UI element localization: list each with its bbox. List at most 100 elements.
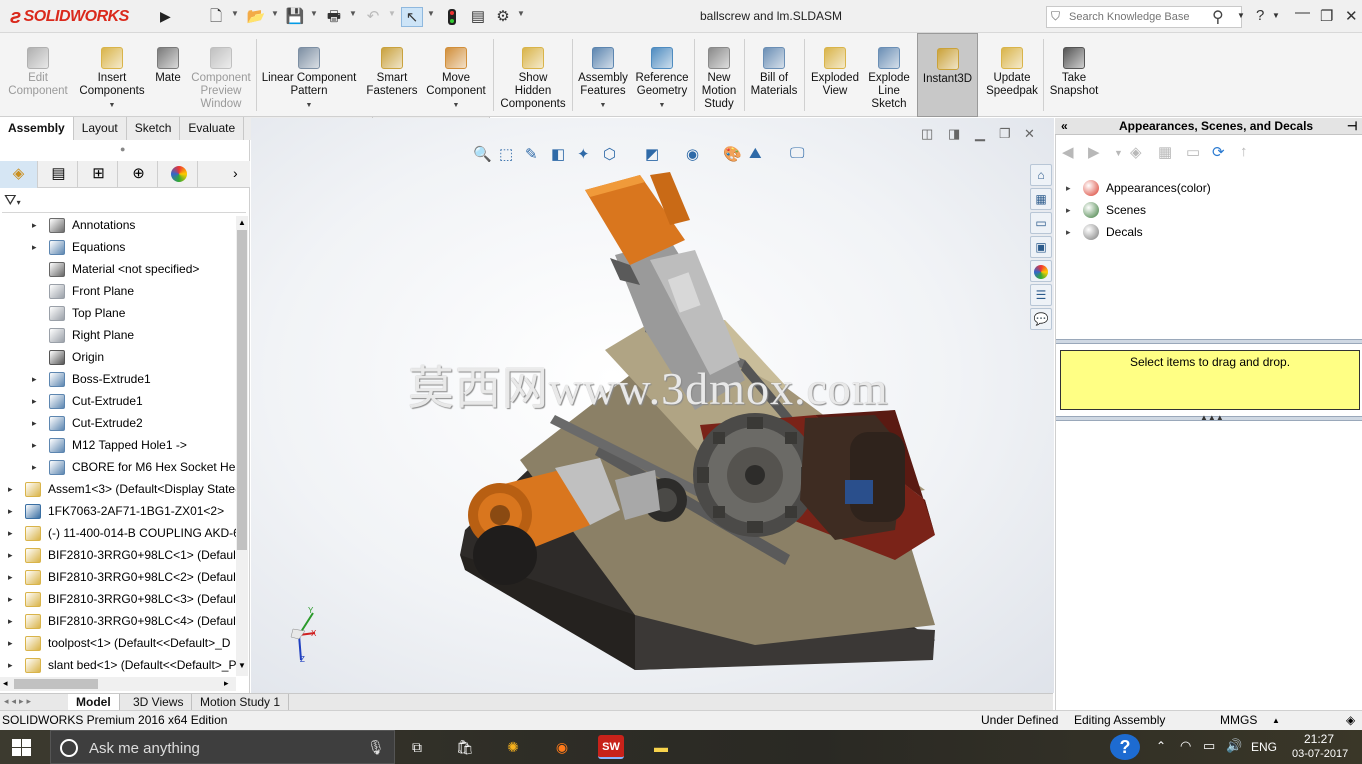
tree-item[interactable]: ▸ 1FK7063-2AF71-1BG1-ZX01<2> — [0, 500, 236, 522]
property-manager-tab[interactable]: ▤ — [40, 161, 78, 188]
show-hidden-icons-icon[interactable]: ⌃ — [1156, 739, 1166, 753]
expand-arrow-icon[interactable]: ▸ — [32, 368, 37, 390]
close-icon[interactable]: ✕ — [1345, 7, 1358, 25]
collapse-pane-icon[interactable]: « — [1061, 118, 1068, 134]
up-icon[interactable]: ↑ — [1240, 143, 1248, 160]
task-view-icon[interactable]: ⧉ — [404, 735, 430, 759]
scroll-right-icon[interactable]: ▸ — [224, 678, 229, 689]
instant3d-button[interactable]: Instant3D — [917, 33, 978, 117]
solidworks-resources-icon[interactable]: ⌂ — [1030, 164, 1052, 186]
panel-resize-handle[interactable]: ● — [120, 144, 125, 154]
reference-geometry-button[interactable]: Reference Geometry ▼ — [632, 33, 692, 117]
undo-dropdown-icon[interactable]: ▼ — [388, 9, 396, 18]
expand-arrow-icon[interactable]: ▸ — [32, 390, 37, 412]
open-dropdown-icon[interactable]: ▼ — [271, 9, 279, 18]
custom-properties-icon[interactable]: ☰ — [1030, 284, 1052, 306]
search-icon[interactable]: ⚲ — [1212, 7, 1224, 27]
search-input[interactable] — [1069, 9, 1209, 25]
help-dropdown-icon[interactable]: ▼ — [1272, 11, 1280, 20]
clock-date[interactable]: 03-07-2017 — [1292, 748, 1348, 760]
tree-item[interactable]: ▸ Cut-Extrude1 — [0, 390, 236, 412]
expand-arrow-icon[interactable]: ▸ — [32, 456, 37, 478]
zoom-to-fit-icon[interactable]: 🔍 — [473, 145, 492, 163]
tree-item[interactable]: Material <not specified> — [0, 258, 236, 280]
dynamic-annotation-icon[interactable]: ✦ — [577, 145, 590, 163]
file-explorer-icon[interactable]: ▭ — [1030, 212, 1052, 234]
expand-arrow-icon[interactable]: ▸ — [8, 588, 13, 610]
apply-scene-icon[interactable]: ⛰ — [749, 145, 762, 162]
view-palette-icon[interactable]: ▣ — [1030, 236, 1052, 258]
add-folder-icon[interactable]: ▦ — [1158, 143, 1172, 161]
save-icon[interactable]: 💾 — [284, 7, 306, 27]
design-library-icon[interactable]: ▦ — [1030, 188, 1052, 210]
wifi-icon[interactable]: ◠ — [1180, 738, 1191, 754]
undo-icon[interactable]: ↶ — [362, 7, 384, 27]
tree-item[interactable]: ▸ Assem1<3> (Default<Display State- — [0, 478, 236, 500]
update-speedpak-button[interactable]: Update Speedpak — [982, 33, 1042, 117]
forum-icon[interactable]: 💬 — [1030, 308, 1052, 330]
new-motion-study-button[interactable]: New Motion Study — [696, 33, 742, 117]
show-hidden-components-button[interactable]: Show Hidden Components — [496, 33, 570, 117]
tree-item[interactable]: ▸ Cut-Extrude2 — [0, 412, 236, 434]
expand-arrow-icon[interactable]: ▸ — [32, 412, 37, 434]
expand-arrow-icon[interactable]: ▸ — [8, 522, 13, 544]
linear-component-pattern-button[interactable]: Linear Component Pattern ▼ — [258, 33, 360, 117]
scroll-up-icon[interactable]: ▲ — [238, 218, 246, 227]
tab-sketch[interactable]: Sketch — [126, 117, 181, 140]
tab-layout[interactable]: Layout — [73, 117, 127, 140]
tree-item[interactable]: ▸ Annotations — [0, 214, 236, 236]
volume-icon[interactable]: 🔊 — [1226, 738, 1242, 754]
expand-arrow-icon[interactable]: ▸ — [1066, 178, 1071, 198]
search-dropdown-icon[interactable]: ▼ — [1237, 11, 1245, 20]
tree-item[interactable]: ▸ Boss-Extrude1 — [0, 368, 236, 390]
drag-drop-area[interactable]: Select items to drag and drop. — [1060, 350, 1360, 410]
tree-item[interactable]: Top Plane — [0, 302, 236, 324]
expand-arrow-icon[interactable]: ▸ — [8, 610, 13, 632]
tree-item[interactable]: Origin — [0, 346, 236, 368]
tree-item[interactable]: ▸ CBORE for M6 Hex Socket Head — [0, 456, 236, 478]
tree-item[interactable]: ▸ Equations — [0, 236, 236, 258]
tree-item[interactable]: ▸ BIF2810-3RRG0+98LC<3> (Default< — [0, 588, 236, 610]
splitter-grip-icon[interactable]: ▲▲▲ — [1200, 413, 1224, 422]
file-properties-icon[interactable]: ▤ — [467, 7, 489, 27]
status-help-icon[interactable]: ◈ — [1346, 711, 1355, 730]
language-indicator[interactable]: ENG — [1251, 740, 1277, 754]
smart-fasteners-button[interactable]: Smart Fasteners — [364, 33, 420, 117]
move-component-button[interactable]: Move Component ▼ — [422, 33, 490, 117]
hide-show-items-icon[interactable]: ◉ — [686, 145, 699, 163]
pin-icon[interactable]: ⊣ — [1347, 118, 1357, 134]
zoom-to-area-icon[interactable]: ⬚ — [499, 145, 513, 163]
display-style-icon[interactable]: ◩ — [645, 145, 659, 163]
tree-item[interactable]: ▸ BIF2810-3RRG0+98LC<2> (Default< — [0, 566, 236, 588]
cortana-search-box[interactable]: Ask me anything 🎙 — [50, 730, 395, 764]
expand-arrow-icon[interactable]: ▸ — [32, 236, 37, 258]
command-dropdown-icon[interactable]: ▼ — [600, 99, 607, 112]
take-snapshot-button[interactable]: Take Snapshot — [1046, 33, 1102, 117]
back-icon[interactable]: ◀ — [1062, 143, 1074, 161]
options-gear-icon[interactable]: ⚙ — [492, 7, 514, 27]
expand-arrow-icon[interactable]: ▸ — [32, 434, 37, 456]
command-dropdown-icon[interactable]: ▼ — [109, 99, 116, 112]
expand-arrow-icon[interactable]: ▸ — [32, 214, 37, 236]
viewport-next-icon[interactable]: ◨ — [948, 126, 960, 142]
viewport-minimize-icon[interactable]: ▁ — [975, 126, 985, 142]
expand-arrow-icon[interactable]: ▸ — [8, 544, 13, 566]
expand-arrow-icon[interactable]: ▸ — [8, 478, 13, 500]
exploded-view-button[interactable]: Exploded View — [806, 33, 864, 117]
battery-icon[interactable]: ▭ — [1203, 738, 1215, 754]
rebuild-traffic-light-icon[interactable] — [441, 7, 463, 27]
edit-component-button[interactable]: Edit Component — [4, 33, 72, 117]
feature-manager-tab[interactable]: ◈ — [0, 161, 38, 188]
tree-item[interactable]: ▸ (-) 11-400-014-B COUPLING AKD-60 — [0, 522, 236, 544]
expand-arrow-icon[interactable]: ▸ — [8, 654, 13, 676]
folder-icon[interactable]: ▭ — [1186, 143, 1200, 161]
tree-item[interactable]: Front Plane — [0, 280, 236, 302]
help-icon[interactable]: ? — [1256, 7, 1264, 24]
command-dropdown-icon[interactable]: ▼ — [453, 99, 460, 112]
microphone-icon[interactable]: 🎙 — [367, 739, 385, 756]
file-explorer-taskbar-icon[interactable]: ▬ — [648, 735, 674, 759]
lathe-assembly-model[interactable] — [455, 170, 945, 670]
select-pointer-icon[interactable]: ↖ — [401, 7, 423, 27]
select-dropdown-icon[interactable]: ▼ — [427, 9, 435, 18]
viewport-prev-icon[interactable]: ◫ — [921, 126, 933, 142]
